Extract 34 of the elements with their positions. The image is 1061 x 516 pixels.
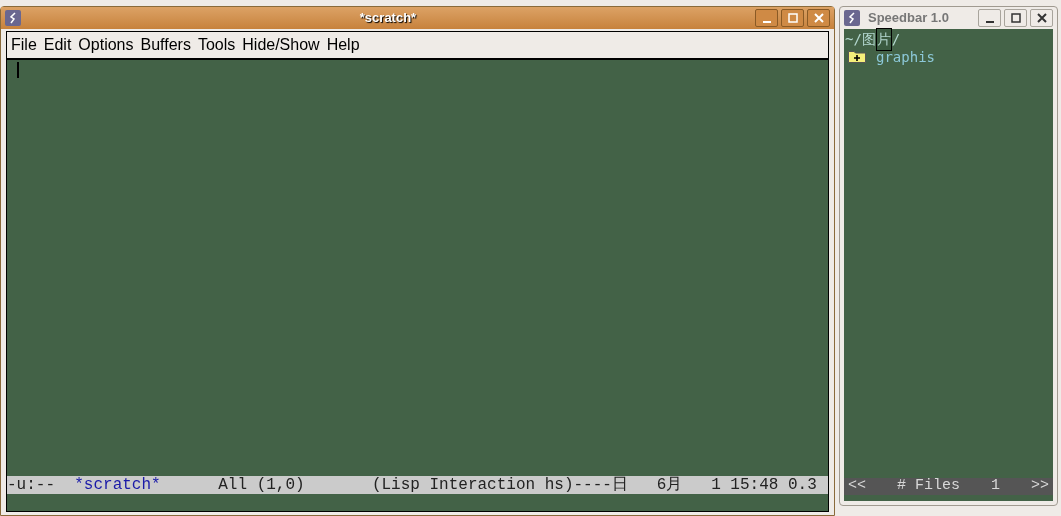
menu-item[interactable]: Help [326, 33, 360, 57]
footer-text: >> [1030, 476, 1049, 497]
maximize-button[interactable] [781, 9, 804, 27]
window-title: *scratch* [359, 9, 417, 28]
minimize-icon [985, 21, 994, 23]
minimize-button[interactable] [978, 9, 1001, 27]
mode-line-info: All (1,0) (Lisp Interaction hs)----日 6月 1 15:48 0.3 [218, 476, 817, 494]
footer-text: # Files [897, 476, 960, 497]
maximize-icon [1010, 13, 1021, 23]
close-button[interactable] [807, 9, 830, 27]
text-cursor [17, 62, 19, 78]
minimize-icon [762, 21, 771, 23]
buffer-name: *scratch* [74, 476, 161, 494]
folder-plus-icon[interactable] [848, 51, 866, 63]
close-icon [813, 13, 824, 23]
menu-item[interactable]: Edit [43, 33, 72, 57]
menu-item[interactable]: Buffers [140, 33, 191, 57]
menu-item[interactable]: Options [78, 33, 134, 57]
footer-text: << [848, 476, 866, 497]
menu-item[interactable]: File [11, 33, 37, 57]
maximize-button[interactable] [1004, 9, 1027, 27]
close-icon [1036, 13, 1047, 23]
window-title: Speedbar 1.0 [868, 9, 949, 28]
maximize-icon [787, 13, 798, 23]
minimize-button[interactable] [755, 9, 778, 27]
close-button[interactable] [1030, 9, 1053, 27]
menu-item[interactable]: Hide/Show [242, 33, 320, 57]
menu-item[interactable]: Tools [197, 33, 236, 57]
modified-status: -u:-- [7, 476, 55, 494]
directory-path[interactable]: ~/图 [845, 28, 876, 50]
footer-text: 1 [990, 476, 1000, 497]
window-menu-icon[interactable] [5, 10, 21, 26]
cursor-character[interactable]: 片 [876, 28, 891, 50]
window-menu-icon[interactable] [844, 10, 860, 26]
